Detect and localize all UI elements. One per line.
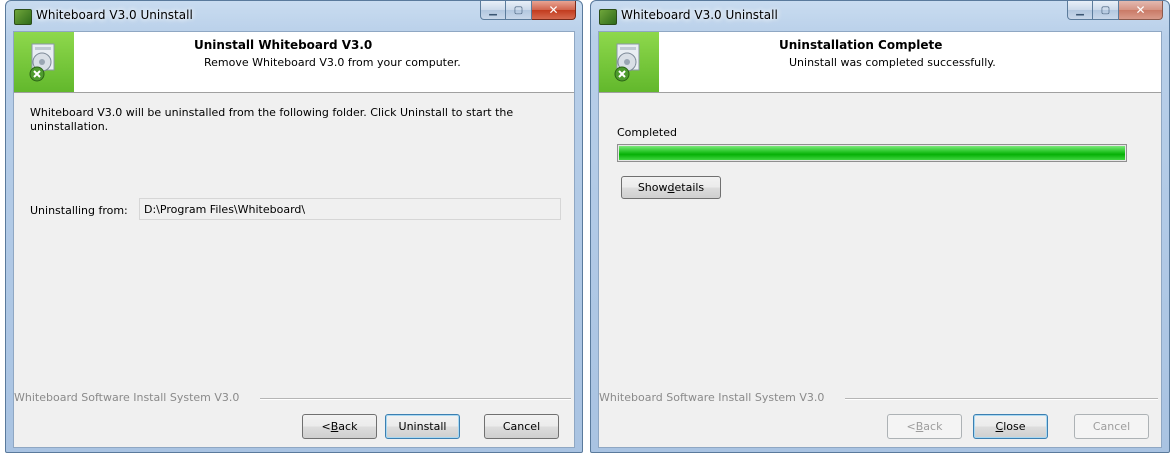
back-button[interactable]: < Back: [302, 414, 377, 439]
close-icon: ✕: [548, 3, 559, 17]
minimize-icon: ▁: [1076, 4, 1084, 16]
back-button[interactable]: < Back: [887, 414, 962, 439]
completed-label: Completed: [617, 126, 677, 139]
close-label-rest: lose: [1003, 420, 1026, 433]
wizard-header: Uninstallation Complete Uninstall was co…: [599, 32, 1161, 93]
header-subtitle: Remove Whiteboard V3.0 from your compute…: [204, 56, 461, 69]
cancel-button[interactable]: Cancel: [484, 414, 559, 439]
title-bar[interactable]: Whiteboard V3.0 Uninstall ▁ ▢ ✕: [6, 1, 582, 31]
minimize-button[interactable]: ▁: [480, 1, 506, 20]
uninstall-window-right: Whiteboard V3.0 Uninstall ▁ ▢ ✕ Uninstal…: [590, 0, 1170, 453]
cancel-button[interactable]: Cancel: [1074, 414, 1149, 439]
branding-text: Whiteboard Software Install System V3.0: [14, 391, 240, 404]
maximize-button[interactable]: ▢: [506, 1, 532, 20]
title-bar[interactable]: Whiteboard V3.0 Uninstall ▁ ▢ ✕: [591, 1, 1169, 31]
back-label-prefix: <: [906, 420, 916, 433]
uninstall-folder-field[interactable]: D:\Program Files\Whiteboard\: [139, 198, 561, 220]
maximize-button[interactable]: ▢: [1093, 1, 1119, 20]
window-title: Whiteboard V3.0 Uninstall: [36, 8, 193, 22]
branding-divider: [845, 398, 1158, 400]
show-details-button[interactable]: Show d etails: [621, 176, 721, 199]
maximize-icon: ▢: [1100, 4, 1111, 16]
maximize-icon: ▢: [513, 4, 524, 16]
back-label-prefix: <: [321, 420, 331, 433]
dialog-client: Uninstall Whiteboard V3.0 Remove Whitebo…: [13, 31, 575, 448]
header-title: Uninstall Whiteboard V3.0: [194, 38, 373, 52]
close-icon: ✕: [1135, 3, 1146, 17]
progress-bar: [617, 144, 1127, 162]
application-icon[interactable]: [599, 9, 617, 25]
back-label-key: B: [915, 420, 924, 433]
close-button[interactable]: Close: [973, 414, 1048, 439]
uninstall-button[interactable]: Uninstall: [385, 414, 460, 439]
close-window-button[interactable]: ✕: [532, 1, 576, 20]
uninstall-window-left: Whiteboard V3.0 Uninstall ▁ ▢ ✕ Uninstal…: [5, 0, 583, 453]
instruction-text: Whiteboard V3.0 will be uninstalled from…: [30, 106, 514, 133]
back-label-rest: ack: [338, 420, 358, 433]
close-label-key: C: [995, 420, 1004, 433]
show-details-prefix: Show: [637, 181, 668, 194]
branding-divider: [260, 398, 571, 400]
header-green-strip: [14, 32, 74, 92]
back-label-key: B: [330, 420, 339, 433]
close-window-button[interactable]: ✕: [1119, 1, 1163, 20]
dialog-client: Uninstallation Complete Uninstall was co…: [598, 31, 1162, 448]
uninstall-logo-icon: [614, 43, 640, 82]
branding-text: Whiteboard Software Install System V3.0: [599, 391, 825, 404]
minimize-icon: ▁: [489, 4, 497, 16]
uninstall-from-label: Uninstalling from:: [30, 204, 128, 217]
header-green-strip: [599, 32, 659, 92]
progress-bar-fill: [619, 146, 1125, 160]
back-label-rest: ack: [923, 420, 943, 433]
minimize-button[interactable]: ▁: [1067, 1, 1093, 20]
show-details-key: d: [667, 181, 675, 194]
header-title: Uninstallation Complete: [779, 38, 943, 52]
application-icon[interactable]: [14, 9, 32, 25]
wizard-header: Uninstall Whiteboard V3.0 Remove Whitebo…: [14, 32, 574, 93]
window-title: Whiteboard V3.0 Uninstall: [621, 8, 778, 22]
show-details-rest: etails: [674, 181, 705, 194]
uninstall-logo-icon: [29, 43, 55, 82]
header-subtitle: Uninstall was completed successfully.: [789, 56, 996, 69]
